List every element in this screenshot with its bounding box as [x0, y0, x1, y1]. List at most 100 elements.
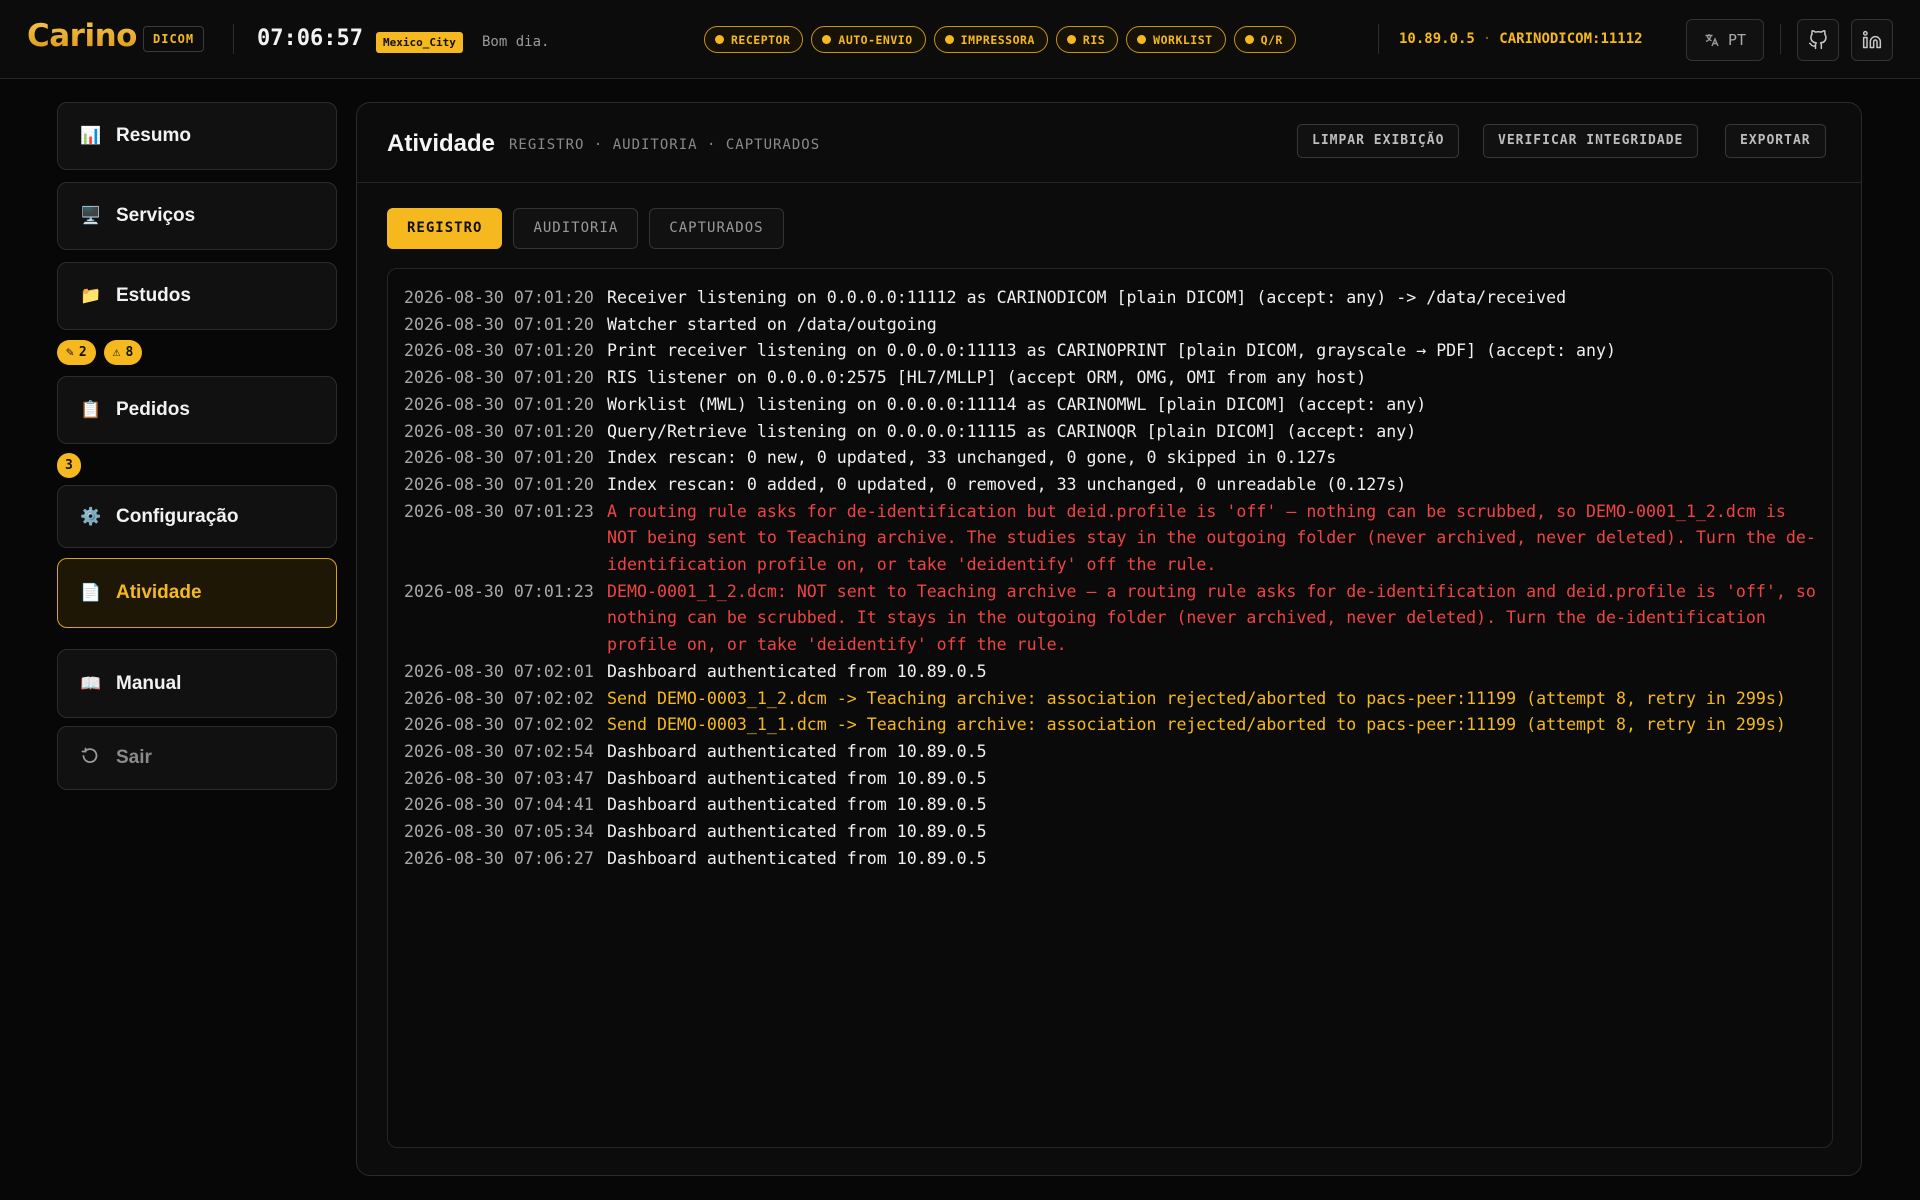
log-message: DEMO-0001_1_2.dcm: NOT sent to Teaching …	[607, 581, 1826, 655]
status-pill-worklist[interactable]: WORKLIST	[1126, 26, 1226, 53]
clipboard-icon: 📋	[80, 400, 102, 419]
divider	[1378, 24, 1379, 54]
pedidos-counters: 3	[57, 453, 81, 478]
status-pill-label: RECEPTOR	[731, 32, 791, 47]
sidebar-item-atividade[interactable]: 📄 Atividade	[57, 558, 337, 628]
language-button[interactable]: PT	[1686, 19, 1764, 61]
log-message: Dashboard authenticated from 10.89.0.5	[607, 795, 987, 815]
book-icon: 📖	[80, 673, 102, 693]
log-timestamp: 2026-08-30 07:01:20	[404, 288, 594, 307]
counter-value: 8	[125, 345, 134, 360]
log-message: Dashboard authenticated from 10.89.0.5	[607, 661, 987, 681]
linkedin-button[interactable]	[1851, 19, 1893, 61]
log-timestamp: 2026-08-30 07:06:27	[404, 848, 594, 868]
log-timestamp: 2026-08-30 07:02:02	[404, 688, 594, 708]
status-pill-qr[interactable]: Q/R	[1233, 26, 1296, 53]
sidebar-item-manual[interactable]: 📖 Manual	[57, 649, 337, 718]
sidebar-item-resumo[interactable]: 📊 Resumo	[57, 102, 337, 170]
sidebar-item-label: Sair	[116, 747, 152, 768]
status-pill-ris[interactable]: RIS	[1055, 26, 1119, 53]
log-viewer[interactable]: 2026-08-30 07:01:20 Receiver listening on…	[387, 268, 1833, 1148]
status-pill-label: IMPRESSORA	[960, 32, 1035, 47]
log-message: Worklist (MWL) listening on 0.0.0.0:1111…	[607, 394, 1427, 414]
divider	[1780, 24, 1781, 54]
counter-badge[interactable]: 3	[57, 453, 81, 478]
log-entry: 2026-08-30 07:06:27 Dashboard authenticat…	[404, 846, 1816, 873]
status-pill-label: WORKLIST	[1153, 32, 1213, 47]
log-entry: 2026-08-30 07:04:41 Dashboard authenticat…	[404, 792, 1816, 819]
log-message: Print receiver listening on 0.0.0.0:1111…	[607, 341, 1617, 361]
log-message: Query/Retrieve listening on 0.0.0.0:1111…	[607, 421, 1417, 441]
log-message: RIS listener on 0.0.0.0:2575 [HL7/MLLP] …	[607, 368, 1367, 388]
status-dot-icon	[1137, 35, 1147, 44]
sidebar-item-label: Serviços	[116, 205, 196, 226]
tab-capturados[interactable]: CAPTURADOS	[649, 208, 784, 249]
log-entry: 2026-08-30 07:01:23 A routing rule asks f…	[404, 499, 1816, 579]
network-info: 10.89.0.5 · CARINODICOM:11112	[1399, 31, 1643, 47]
ip-address: 10.89.0.5	[1399, 31, 1475, 47]
log-entry: 2026-08-30 07:01:20 Print receiver listen…	[404, 338, 1816, 365]
status-dot-icon	[1244, 35, 1254, 44]
log-message: Index rescan: 0 added, 0 updated, 0 remo…	[607, 474, 1407, 494]
status-dot-icon	[944, 35, 954, 44]
top-bar: Carino DICOM 07:06:57 Mexico_City Bom di…	[0, 0, 1920, 79]
chart-icon: 📊	[80, 126, 102, 145]
status-pill-auto-envio[interactable]: AUTO-ENVIO	[811, 26, 926, 53]
activity-tabs: REGISTRO AUDITORIA CAPTURADOS	[387, 208, 784, 249]
status-pill-label: RIS	[1082, 32, 1106, 47]
divider	[233, 24, 234, 54]
monitor-icon: 🖥️	[80, 206, 102, 225]
log-timestamp: 2026-08-30 07:01:20	[404, 368, 594, 388]
status-pill-impressora[interactable]: IMPRESSORA	[933, 26, 1048, 53]
counter-badge[interactable]: ⚠ 8	[103, 340, 143, 365]
log-message: Dashboard authenticated from 10.89.0.5	[607, 741, 987, 761]
pencil-icon: ✎	[66, 345, 74, 360]
github-button[interactable]	[1797, 19, 1839, 61]
log-entry: 2026-08-30 07:01:20 RIS listener on 0.0.0…	[404, 365, 1816, 392]
sidebar-item-estudos[interactable]: 📁 Estudos	[57, 262, 337, 330]
status-pill-receptor[interactable]: RECEPTOR	[704, 26, 804, 53]
log-message: Send DEMO-0003_1_1.dcm -> Teaching archi…	[607, 715, 1786, 735]
verify-integrity-button[interactable]: VERIFICAR INTEGRIDADE	[1483, 124, 1699, 158]
sidebar-item-label: Configuração	[116, 505, 239, 527]
log-entry: 2026-08-30 07:01:20 Worklist (MWL) listen…	[404, 392, 1816, 419]
clear-display-button[interactable]: LIMPAR EXIBIÇÃO	[1297, 124, 1460, 158]
warning-icon: ⚠	[112, 345, 121, 360]
service-status-pills: RECEPTOR AUTO-ENVIO IMPRESSORA RIS WORKL…	[704, 26, 1296, 53]
log-timestamp: 2026-08-30 07:01:20	[404, 448, 594, 468]
counter-badge[interactable]: ✎ 2	[57, 340, 96, 365]
sidebar-item-configuracao[interactable]: ⚙️ Configuração	[57, 485, 337, 548]
counter-value: 3	[65, 458, 73, 473]
app-logo[interactable]: Carino	[27, 18, 137, 54]
export-button[interactable]: EXPORTAR	[1725, 124, 1826, 158]
sidebar-item-label: Atividade	[116, 582, 202, 603]
timezone-badge: Mexico_City	[376, 32, 463, 53]
log-timestamp: 2026-08-30 07:05:34	[404, 822, 594, 842]
translate-icon	[1705, 34, 1719, 47]
greeting: Bom dia.	[482, 34, 550, 50]
log-entry: 2026-08-30 07:05:34 Dashboard authenticat…	[404, 819, 1816, 846]
log-entry: 2026-08-30 07:01:20 Watcher started on /d…	[404, 312, 1816, 339]
status-dot-icon	[1066, 35, 1076, 44]
log-entry: 2026-08-30 07:02:54 Dashboard authenticat…	[404, 739, 1816, 766]
log-timestamp: 2026-08-30 07:02:01	[404, 661, 594, 681]
log-entry: 2026-08-30 07:03:47 Dashboard authenticat…	[404, 766, 1816, 793]
sidebar-item-sair[interactable]: Sair	[57, 726, 337, 790]
page-title: Atividade	[387, 130, 496, 157]
tab-registro[interactable]: REGISTRO	[387, 208, 503, 249]
status-dot-icon	[822, 35, 832, 44]
log-timestamp: 2026-08-30 07:01:23	[404, 501, 594, 521]
sidebar-item-pedidos[interactable]: 📋 Pedidos	[57, 376, 337, 444]
language-label: PT	[1727, 31, 1747, 49]
estudos-counters: ✎ 2 ⚠ 8	[57, 340, 143, 365]
log-message: Dashboard authenticated from 10.89.0.5	[607, 768, 987, 788]
linkedin-icon	[1862, 30, 1882, 49]
sidebar-item-label: Pedidos	[116, 399, 190, 420]
activity-panel: Atividade REGISTRO · AUDITORIA · CAPTURA…	[356, 102, 1862, 1176]
log-timestamp: 2026-08-30 07:04:41	[404, 795, 594, 815]
sidebar-item-servicos[interactable]: 🖥️ Serviços	[57, 182, 337, 250]
tab-auditoria[interactable]: AUDITORIA	[513, 208, 639, 249]
log-timestamp: 2026-08-30 07:02:02	[404, 715, 594, 735]
log-entry: 2026-08-30 07:01:20 Receiver listening on…	[404, 285, 1816, 312]
log-message: Dashboard authenticated from 10.89.0.5	[607, 822, 987, 842]
